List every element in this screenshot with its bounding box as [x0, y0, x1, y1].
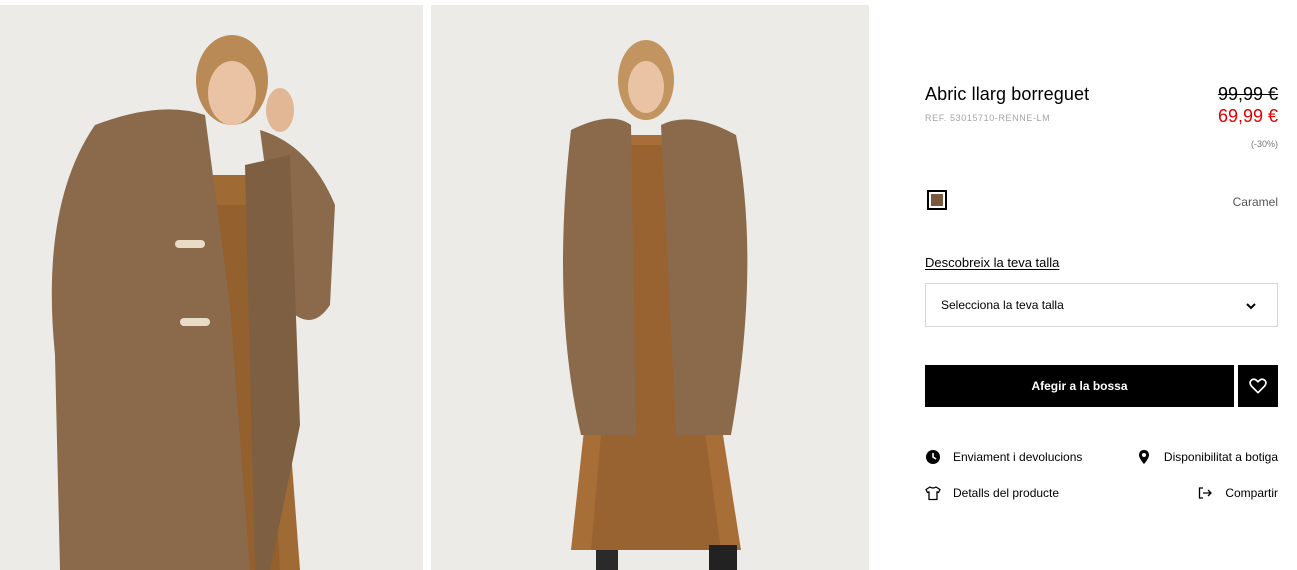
sale-price: 69,99 €	[1217, 106, 1278, 126]
swatch-fill	[931, 194, 943, 206]
product-reference: REF. 53015710-RENNE-LM	[925, 113, 1051, 123]
shipping-returns-label: Enviament i devolucions	[953, 450, 1083, 464]
product-image-main[interactable]	[0, 5, 423, 570]
share-link[interactable]: Compartir	[1197, 485, 1278, 501]
store-availability-link[interactable]: Disponibilitat a botiga	[1136, 449, 1278, 465]
product-info-panel: Abric llarg borreguet REF. 53015710-RENN…	[925, 0, 1278, 570]
model-coat-full-image	[431, 5, 869, 570]
share-icon	[1199, 487, 1213, 499]
share-label: Compartir	[1225, 486, 1278, 500]
size-guide-link[interactable]: Descobreix la teva talla	[925, 255, 1059, 270]
chevron-down-icon	[1246, 303, 1256, 310]
tshirt-icon	[925, 486, 941, 501]
product-title: Abric llarg borreguet	[925, 84, 1090, 104]
location-pin-icon	[1138, 450, 1149, 464]
size-select[interactable]: Selecciona la teva talla	[925, 283, 1278, 327]
model-coat-closeup-image	[0, 5, 423, 570]
shipping-returns-link[interactable]: Enviament i devolucions	[925, 449, 1082, 465]
product-image-full[interactable]	[431, 5, 869, 570]
heart-icon	[1249, 378, 1267, 394]
add-to-bag-button[interactable]: Afegir a la bossa	[925, 365, 1234, 407]
color-swatch-caramel[interactable]	[927, 190, 947, 210]
discount-badge: (-30%)	[1250, 139, 1278, 149]
original-price: 99,99 €	[1217, 84, 1278, 104]
product-details-link[interactable]: Detalls del producte	[925, 485, 1059, 501]
wishlist-button[interactable]	[1238, 365, 1278, 407]
clock-icon	[926, 450, 940, 464]
product-details-label: Detalls del producte	[953, 486, 1060, 500]
store-availability-label: Disponibilitat a botiga	[1163, 450, 1278, 464]
selected-color-name: Caramel	[1232, 195, 1278, 209]
size-select-label: Selecciona la teva talla	[941, 298, 1064, 312]
